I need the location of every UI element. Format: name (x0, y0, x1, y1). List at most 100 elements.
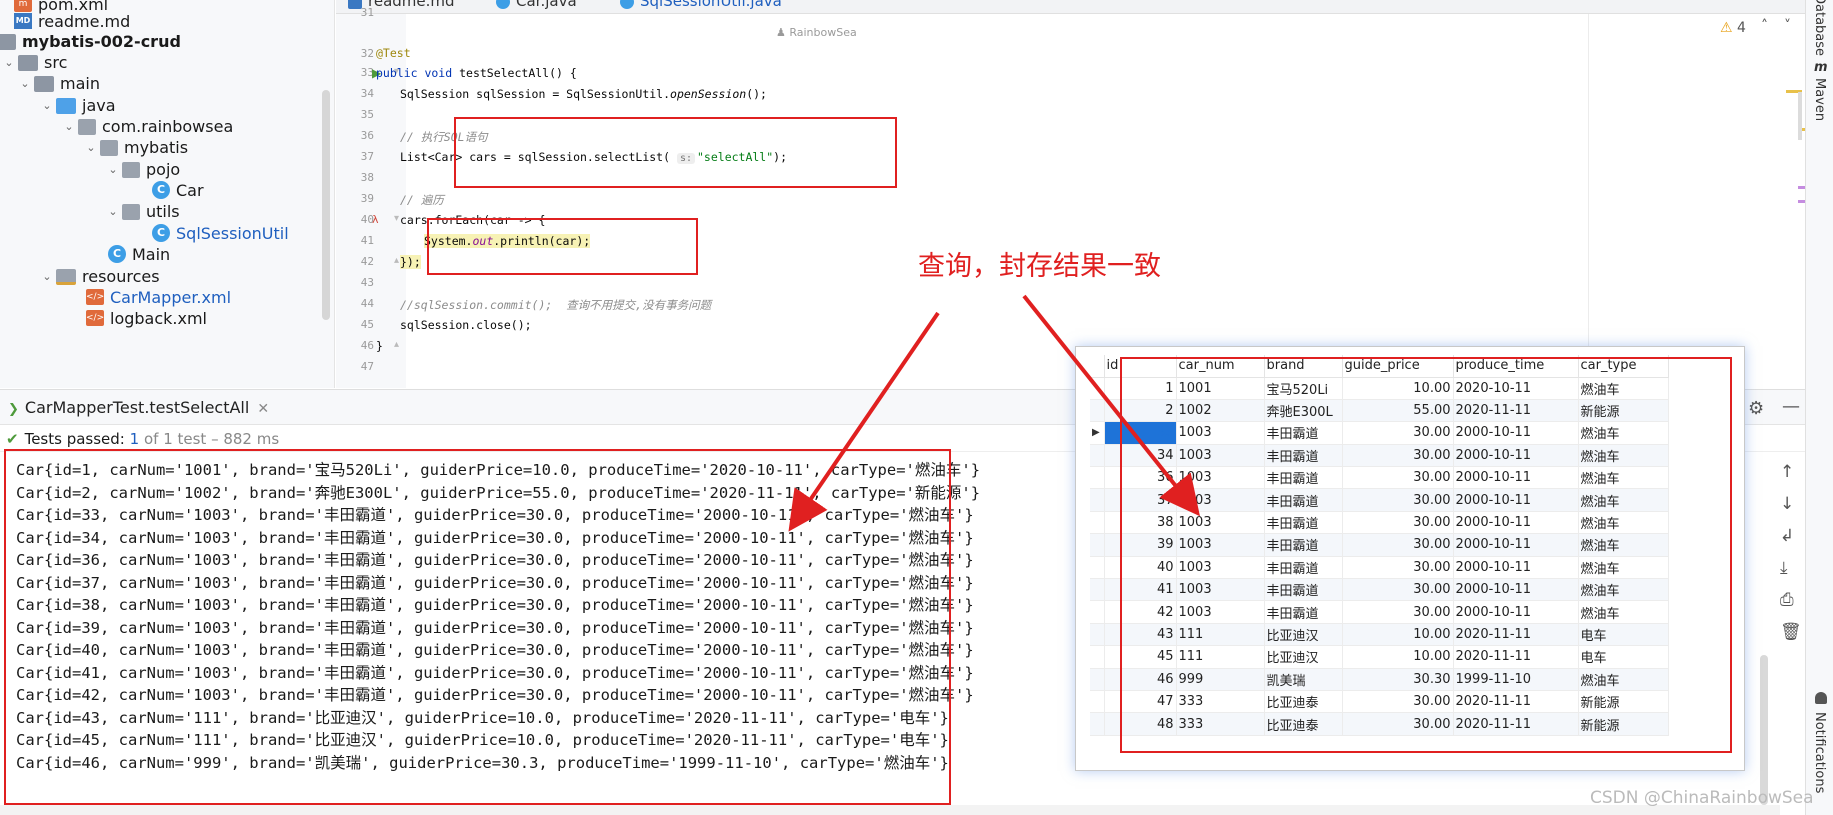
db-cell[interactable]: 丰田霸道 (1264, 511, 1343, 535)
navigate-problems[interactable]: ˄˅ (1761, 18, 1807, 34)
db-cell[interactable]: 333 (1176, 690, 1265, 714)
editor-scrollbar[interactable] (1798, 92, 1802, 140)
db-cell[interactable]: 2020-11-11 (1453, 623, 1579, 647)
db-cell[interactable]: 30.00 (1342, 578, 1454, 602)
db-row[interactable]: 1 1001 宝马520Li 10.00 2020-10-11 燃油车 (1090, 377, 1669, 400)
fold-icon[interactable]: ▴ (394, 339, 399, 350)
db-cell[interactable]: 2000-10-11 (1453, 556, 1579, 580)
db-cell[interactable]: 1003 (1176, 556, 1265, 580)
close-icon[interactable]: ✕ (257, 401, 269, 417)
db-cell[interactable]: 10.00 (1342, 645, 1454, 669)
db-cell[interactable]: 30.00 (1342, 533, 1454, 557)
database-tool-tab[interactable]: Database (1812, 0, 1827, 56)
db-cell[interactable]: 1003 (1176, 488, 1265, 512)
db-row[interactable]: 41 1003 丰田霸道 30.00 2000-10-11 燃油车 (1090, 578, 1669, 602)
db-cell[interactable]: 46 (1104, 668, 1177, 691)
console-horizontal-scrollbar[interactable] (0, 805, 1780, 815)
run-tab[interactable]: ❯ CarMapperTest.testSelectAll ✕ (8, 398, 269, 417)
db-cell[interactable]: 比亚迪汉 (1264, 645, 1343, 669)
tree-item-package-mybatis[interactable]: ⌄ mybatis (82, 135, 188, 159)
db-row[interactable]: 37 1003 丰田霸道 30.00 2000-10-11 燃油车 (1090, 488, 1669, 512)
project-tree[interactable]: m pom.xml MD readme.md mybatis-002-crud … (0, 0, 335, 388)
db-cell[interactable]: 2000-10-11 (1453, 466, 1579, 490)
gear-icon[interactable]: ⚙ (1748, 398, 1764, 419)
db-cell[interactable]: 111 (1176, 623, 1265, 647)
db-cell[interactable]: 奔驰E300L (1264, 399, 1343, 423)
column-header[interactable]: id (1104, 355, 1177, 378)
db-cell[interactable]: 新能源 (1578, 690, 1669, 714)
chevron-down-icon[interactable]: ⌄ (16, 77, 34, 90)
db-cell[interactable]: 宝马520Li (1264, 377, 1343, 400)
db-cell[interactable]: 燃油车 (1578, 421, 1669, 445)
db-row[interactable]: 40 1003 丰田霸道 30.00 2000-10-11 燃油车 (1090, 556, 1669, 580)
db-cell[interactable]: 10.00 (1342, 623, 1454, 647)
db-cell[interactable]: 燃油车 (1578, 377, 1669, 400)
warning-indicator[interactable]: ⚠ 4 (1720, 20, 1746, 36)
tree-item-sqlsessionutil[interactable]: C SqlSessionUtil (152, 221, 289, 245)
db-cell[interactable]: 42 (1104, 600, 1177, 624)
db-cell[interactable]: 1003 (1176, 466, 1265, 490)
db-cell[interactable]: 燃油车 (1578, 533, 1669, 557)
tab-car[interactable]: Car.java (496, 0, 577, 13)
db-cell[interactable]: 燃油车 (1578, 668, 1669, 691)
db-cell[interactable]: 45 (1104, 645, 1177, 669)
db-cell[interactable]: 燃油车 (1578, 578, 1669, 602)
db-cell[interactable]: 丰田霸道 (1264, 466, 1343, 490)
db-cell[interactable]: 燃油车 (1578, 466, 1669, 490)
db-cell[interactable]: 2020-11-11 (1453, 690, 1579, 714)
db-cell[interactable]: 2020-10-11 (1453, 377, 1579, 400)
db-cell[interactable]: 燃油车 (1578, 511, 1669, 535)
db-cell[interactable]: 30.00 (1342, 444, 1454, 468)
db-cell[interactable]: 30.00 (1342, 600, 1454, 624)
chevron-down-icon[interactable]: ⌄ (104, 163, 122, 176)
db-cell[interactable]: 2000-10-11 (1453, 533, 1579, 557)
db-cell[interactable]: 丰田霸道 (1264, 444, 1343, 468)
db-cell[interactable]: 48 (1104, 712, 1177, 736)
db-cell[interactable]: 30.30 (1342, 668, 1454, 691)
db-row[interactable]: 45 111 比亚迪汉 10.00 2020-11-11 电车 (1090, 645, 1669, 669)
chevron-up-icon[interactable]: ˄ (1761, 18, 1784, 34)
minimize-icon[interactable]: — (1782, 396, 1800, 417)
db-cell[interactable]: 47 (1104, 690, 1177, 714)
db-cell[interactable]: 2000-10-11 (1453, 511, 1579, 535)
db-cell[interactable]: 1999-11-10 (1453, 668, 1579, 691)
db-cell[interactable]: 40 (1104, 556, 1177, 580)
db-cell[interactable]: 新能源 (1578, 399, 1669, 423)
chevron-down-icon[interactable]: ⌄ (104, 205, 122, 218)
db-cell[interactable]: 丰田霸道 (1264, 600, 1343, 624)
db-row[interactable]: ▶ 33 1003 丰田霸道 30.00 2000-10-11 燃油车 (1090, 421, 1669, 445)
db-cell[interactable]: 55.00 (1342, 399, 1454, 423)
print-icon[interactable]: ⎙ (1780, 590, 1794, 610)
db-row[interactable]: 43 111 比亚迪汉 10.00 2020-11-11 电车 (1090, 623, 1669, 647)
db-cell[interactable]: 36 (1104, 466, 1177, 490)
db-cell[interactable]: 丰田霸道 (1264, 578, 1343, 602)
db-cell[interactable]: 2020-11-11 (1453, 399, 1579, 423)
db-cell[interactable]: 2000-10-11 (1453, 600, 1579, 624)
maven-tool-tab[interactable]: Maven (1812, 78, 1827, 121)
fold-icon[interactable]: ▾ (394, 213, 399, 224)
db-cell[interactable]: 2000-10-11 (1453, 578, 1579, 602)
db-cell[interactable]: 凯美瑞 (1264, 668, 1343, 691)
db-cell[interactable]: 1003 (1176, 533, 1265, 557)
chevron-down-icon[interactable]: ⌄ (0, 56, 18, 69)
db-cell[interactable]: 37 (1104, 488, 1177, 512)
chevron-down-icon[interactable]: ⌄ (82, 141, 100, 154)
tree-scrollbar[interactable] (322, 90, 330, 320)
tree-item-package-utils[interactable]: ⌄ utils (104, 199, 179, 223)
column-header[interactable]: car_type (1578, 355, 1669, 378)
fold-icon[interactable]: ▴ (394, 255, 399, 266)
db-cell[interactable]: 丰田霸道 (1264, 556, 1343, 580)
db-cell[interactable]: 丰田霸道 (1264, 488, 1343, 512)
db-cell[interactable]: 30.00 (1342, 690, 1454, 714)
db-cell[interactable]: 30.00 (1342, 511, 1454, 535)
tree-item-main-class[interactable]: C Main (108, 242, 170, 266)
db-cell[interactable]: 1 (1104, 377, 1177, 400)
db-cell[interactable]: 丰田霸道 (1264, 533, 1343, 557)
db-cell[interactable]: 1002 (1176, 399, 1265, 423)
db-row[interactable]: 38 1003 丰田霸道 30.00 2000-10-11 燃油车 (1090, 511, 1669, 535)
db-cell[interactable]: 34 (1104, 444, 1177, 468)
trash-icon[interactable]: 🗑 (1780, 622, 1802, 642)
db-cell[interactable]: 333 (1176, 712, 1265, 736)
db-cell[interactable]: 2020-11-11 (1453, 712, 1579, 736)
db-row[interactable]: 46 999 凯美瑞 30.30 1999-11-10 燃油车 (1090, 668, 1669, 691)
